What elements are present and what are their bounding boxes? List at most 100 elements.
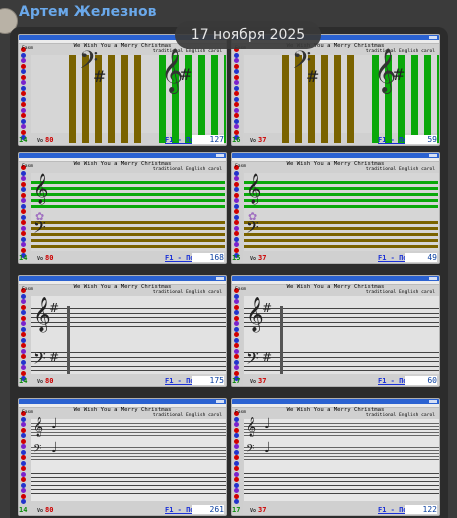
staff-line (244, 312, 439, 314)
sender-name[interactable]: Артем Железнов (19, 4, 156, 20)
date-pill: 17 ноября 2025 (175, 21, 321, 49)
note-dot-icon (234, 203, 239, 209)
brown-note-bar (134, 55, 141, 143)
staff-line (244, 308, 439, 309)
volume-number: 80 (45, 377, 54, 385)
note-dot-icon (234, 449, 239, 455)
bass-clef-icon: 𝄢 (33, 348, 46, 372)
note-dot-icon (21, 170, 26, 176)
note-dot-icon (21, 198, 26, 203)
green-lane (244, 193, 438, 196)
note-dot-icon (234, 444, 239, 449)
green-lane (31, 199, 225, 202)
note-dot-icon (21, 310, 26, 315)
note-dot-icon (234, 124, 239, 129)
note-dot-icon (234, 113, 239, 118)
green-note-bar (437, 55, 439, 143)
screenshot-thumbnail[interactable]: FasmWe Wish You a Merry Christmastraditi… (18, 275, 227, 387)
screenshot-thumbnail[interactable]: FasmWe Wish You a Merry Christmastraditi… (231, 152, 440, 264)
sharp-icon: # (179, 65, 193, 84)
note-dot-icon (234, 422, 239, 427)
note-dot-icon (234, 225, 239, 231)
note-dots-column (19, 285, 30, 386)
note-dot-icon (21, 433, 26, 438)
note-dot-icon (21, 482, 26, 488)
note-dot-icon (21, 80, 26, 85)
note-dot-icon (21, 118, 26, 124)
screenshot-thumbnail[interactable]: FasmWe Wish You a Merry Christmastraditi… (18, 152, 227, 264)
note-dot-icon (21, 354, 26, 359)
volume-number: 37 (258, 254, 267, 262)
note-dot-icon (21, 74, 26, 80)
volume-value: Vo 37 (250, 506, 266, 514)
staff-line (244, 361, 439, 362)
note-dot-icon (234, 455, 239, 460)
note-dot-icon (21, 107, 26, 113)
screenshot-thumbnail[interactable]: FasmWe Wish You a Merry Christmastraditi… (231, 275, 440, 387)
note-dot-icon (234, 80, 239, 85)
staff-line (244, 481, 439, 482)
screenshot-thumbnail[interactable]: FasmWe Wish You a Merry Christmastraditi… (18, 34, 227, 146)
score-area: 𝄞 𝄢 # # (244, 296, 439, 374)
note-dot-icon (21, 321, 26, 326)
volume-value: Vo 80 (37, 377, 53, 385)
volume-prefix: Vo (37, 138, 44, 144)
staff-line (244, 489, 439, 490)
staff-line (244, 473, 439, 474)
sharp-icon: # (262, 350, 273, 364)
note-dot-icon (234, 433, 239, 438)
screenshot-thumbnail[interactable]: FasmWe Wish You a Merry Christmastraditi… (231, 398, 440, 516)
screenshot-thumbnail[interactable]: FasmWe Wish You a Merry Christmastraditi… (18, 398, 227, 516)
note-dot-icon (21, 466, 26, 471)
note-dot-icon (21, 326, 26, 332)
counter: 16 (232, 136, 241, 144)
brown-lane (31, 227, 225, 230)
staff-line (244, 370, 439, 371)
song-source: traditional English carol (365, 167, 435, 172)
note-dot-icon (21, 203, 26, 209)
treble-clef-icon: 𝄞 (246, 417, 257, 437)
note-dot-icon (21, 209, 26, 214)
note-dot-icon (234, 69, 239, 74)
note-dot-icon (234, 499, 239, 504)
song-source: traditional English carol (365, 413, 435, 418)
note-dot-icon (21, 220, 26, 225)
staff-line (31, 450, 226, 451)
note-dot-icon (234, 482, 239, 488)
staff-line (244, 352, 439, 353)
volume-prefix: Vo (250, 379, 257, 385)
note-dots-column (19, 44, 30, 145)
screenshot-thumbnail[interactable]: FasmWe Wish You a Merry Christmastraditi… (231, 34, 440, 146)
note-dot-icon (234, 365, 239, 370)
volume-number: 80 (45, 254, 54, 262)
staff-line (244, 450, 439, 451)
brown-note-bar (282, 55, 289, 143)
note-dot-icon (234, 118, 239, 124)
note-dot-icon (21, 63, 26, 69)
staff-line (31, 435, 226, 436)
staff-line (31, 456, 226, 457)
staff-line (31, 370, 226, 371)
note-dot-icon (21, 416, 26, 422)
volume-prefix: Vo (37, 256, 44, 262)
note-dot-icon (21, 493, 26, 499)
note-dot-icon (234, 176, 239, 181)
staff-line (31, 356, 226, 358)
note-dot-icon (21, 58, 26, 63)
staff-line (31, 312, 226, 314)
brown-lane (244, 239, 438, 242)
staff-line (244, 447, 439, 448)
brown-lane (244, 245, 438, 248)
staff-line (31, 489, 226, 490)
sharp-icon: # (392, 65, 406, 84)
staff-line (244, 477, 439, 478)
note-dot-icon (234, 359, 239, 365)
note-dot-icon (21, 225, 26, 231)
note-dot-icon (234, 187, 239, 192)
tick-counter: 122 (405, 505, 437, 514)
note-dot-icon (21, 499, 26, 504)
green-lane (244, 187, 438, 190)
treble-clef-icon: 𝄞 (33, 417, 44, 437)
staff-line (31, 365, 226, 367)
note-dot-icon (234, 326, 239, 332)
